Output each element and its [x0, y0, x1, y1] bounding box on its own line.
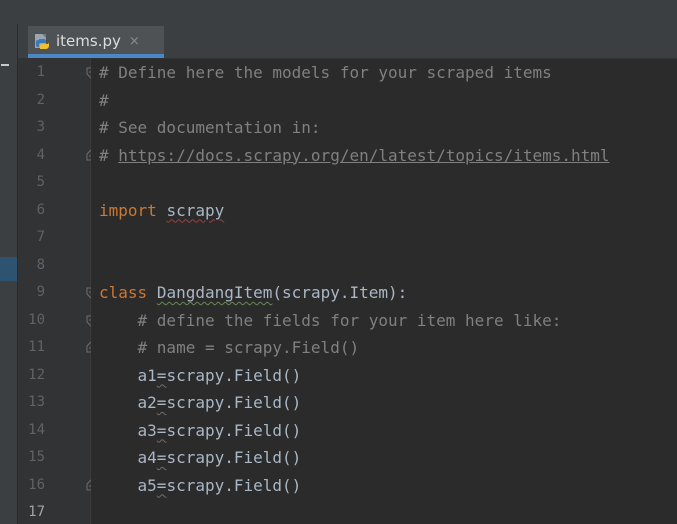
field-name: a3 — [137, 420, 157, 440]
class-base: (scrapy.Item): — [272, 283, 408, 302]
code-line-3: # See documentation in: — [99, 118, 321, 137]
code-line-4: # https://docs.scrapy.org/en/latest/topi… — [99, 142, 610, 169]
assign-operator: = — [156, 393, 167, 412]
assign-operator: = — [156, 475, 167, 495]
editor-tab-bar: items.py × — [18, 24, 677, 59]
line-number: 6 — [36, 201, 45, 218]
code-line-12: a1=scrapy.Field() — [99, 362, 302, 389]
assign-operator: = — [156, 420, 167, 440]
code-line-11: # name = scrapy.Field() — [99, 338, 360, 357]
code-line-9: class DangdangItem(scrapy.Item): — [99, 279, 407, 306]
line-number: 9 — [36, 284, 45, 300]
field-name: a5 — [137, 475, 157, 495]
editor-window: items.py × 1 2 3 4 5 6 7 8 9 10 11 12 13… — [0, 0, 677, 524]
field-value: scrapy.Field() — [166, 365, 302, 385]
line-number: 5 — [36, 174, 45, 190]
python-file-icon — [34, 33, 50, 49]
class-name: DangdangItem — [156, 283, 273, 302]
code-line-16: a5=scrapy.Field() — [99, 472, 302, 499]
code-line-10: # define the fields for your item here l… — [99, 310, 562, 330]
code-line-15: a4=scrapy.Field() — [99, 444, 302, 471]
line-number: 11 — [28, 339, 45, 355]
code-line-2: # — [99, 90, 109, 110]
minimize-icon[interactable] — [1, 64, 9, 66]
field-value: scrapy.Field() — [166, 475, 302, 495]
line-number: 12 — [28, 366, 45, 383]
line-number: 16 — [28, 476, 45, 493]
line-number: 1 — [36, 64, 45, 80]
line-number: 15 — [28, 449, 45, 465]
field-name: a4 — [137, 448, 157, 467]
field-name: a2 — [137, 393, 157, 412]
assign-operator: = — [156, 365, 167, 385]
tab-items-py[interactable]: items.py × — [28, 26, 164, 58]
tool-window-strip — [0, 24, 18, 524]
field-value: scrapy.Field() — [166, 393, 302, 412]
comment-prefix: # — [99, 145, 119, 165]
assign-operator: = — [156, 448, 167, 467]
line-number: 14 — [28, 421, 45, 438]
field-name: a1 — [137, 365, 157, 385]
line-number: 10 — [28, 311, 45, 328]
field-value: scrapy.Field() — [166, 448, 302, 467]
module-name: scrapy — [166, 200, 225, 220]
code-line-13: a2=scrapy.Field() — [99, 389, 302, 416]
field-value: scrapy.Field() — [166, 420, 302, 440]
tool-window-indicator[interactable] — [0, 257, 17, 281]
keyword-class: class — [99, 283, 148, 302]
line-number-current: 17 — [28, 504, 45, 520]
line-number: 7 — [36, 229, 45, 245]
line-number: 2 — [36, 91, 45, 108]
active-tab-indicator — [28, 54, 164, 58]
line-number-gutter[interactable]: 1 2 3 4 5 6 7 8 9 10 11 12 13 14 15 16 1… — [18, 59, 96, 524]
code-line-14: a3=scrapy.Field() — [99, 417, 302, 444]
code-editor[interactable]: # Define here the models for your scrape… — [91, 59, 677, 524]
title-strip — [0, 0, 677, 25]
keyword-import: import — [99, 200, 157, 220]
line-number: 8 — [36, 256, 45, 273]
code-line-6: import scrapy — [99, 197, 224, 224]
tab-label: items.py — [56, 32, 121, 50]
close-icon[interactable]: × — [129, 34, 140, 49]
line-number: 4 — [36, 146, 45, 163]
documentation-link[interactable]: https://docs.scrapy.org/en/latest/topics… — [118, 146, 609, 165]
line-number: 13 — [28, 394, 45, 410]
code-line-1: # Define here the models for your scrape… — [99, 63, 552, 82]
line-number: 3 — [36, 119, 45, 135]
